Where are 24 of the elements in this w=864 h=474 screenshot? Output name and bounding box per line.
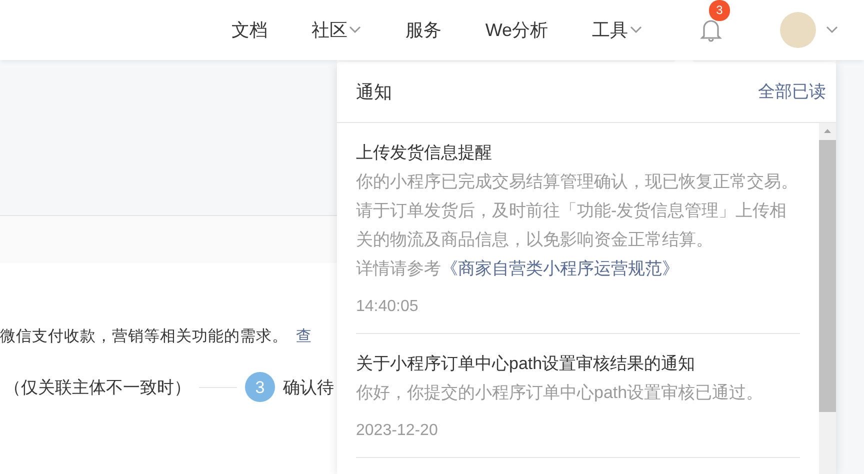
notification-title[interactable]: 上传发货信息提醒 [356, 139, 800, 167]
bell-icon[interactable] [700, 18, 722, 42]
nav-link[interactable]: 社区 [311, 16, 362, 44]
nav-link[interactable]: 文档 [231, 16, 268, 44]
notification-time: 14:40:05 [356, 297, 420, 317]
nav-link[interactable]: 工具 [592, 16, 642, 44]
description-text: 微信支付收款，营销等相关功能的需求。 [0, 327, 288, 347]
notification-body: 你好，你提交的小程序订单中心path设置审核已通过。 [356, 382, 764, 404]
notification-body: 你的小程序已完成交易结算管理确认，现已恢复正常交易。请于订单发货后，及时前往「功能-发货信息管理」上传相关的物流及商品信息，以免影响资金正常结算。 [356, 171, 799, 251]
avatar[interactable] [780, 12, 816, 48]
scrollbar-thumb[interactable] [819, 140, 836, 412]
panel-title: 通知 [356, 80, 392, 104]
nav-link[interactable]: 服务 [405, 16, 442, 44]
notification-count: 3 [709, 0, 730, 21]
notification-time: 2023-12-20 [356, 421, 439, 441]
detail-link[interactable]: 《商家自营类小程序运营规范》 [441, 254, 679, 283]
notification-title[interactable]: 关于小程序订单中心path设置审核结果的通知 [356, 350, 800, 378]
mark-all-read-link[interactable]: 全部已读 [758, 79, 826, 105]
step-label: （仅关联主体不一致时） [4, 376, 191, 398]
step-number: 3 [245, 372, 275, 402]
detail-prefix: 详情请参考 [356, 258, 441, 280]
nav-link[interactable]: We分析 [485, 16, 548, 44]
view-link[interactable]: 查 [296, 325, 312, 348]
step-label: 确认待 [283, 376, 334, 398]
